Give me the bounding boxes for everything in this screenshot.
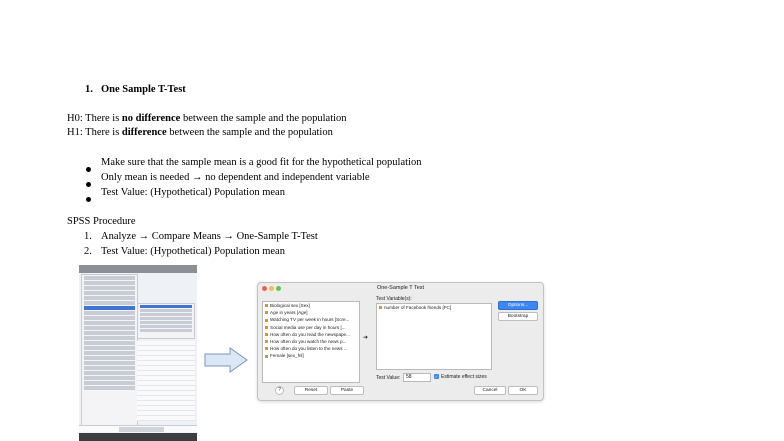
h0-bold: no difference [121, 113, 181, 124]
step-1-number: 1. [84, 231, 92, 242]
ruler-icon [265, 318, 268, 322]
variable-item[interactable]: Female [sex_fnl] [263, 352, 359, 359]
effect-sizes-label: Estimate effect sizes [441, 374, 487, 380]
heading-title: One Sample T-Test [101, 84, 186, 95]
test-variables-label: Test Variable(s): [376, 296, 412, 302]
heading-number: 1. [85, 84, 93, 95]
right-arrow-icon [204, 347, 248, 373]
variable-item[interactable]: Biological sex [Sex] [263, 302, 359, 309]
effect-sizes-checkbox[interactable]: ✓ [434, 374, 439, 379]
variable-item[interactable]: How often do you watch the news p... [263, 338, 359, 345]
bullet-2: Only mean is needed → no dependent and i… [101, 172, 370, 183]
test-variables-list[interactable]: number of Facebook friends [FC] [376, 303, 492, 370]
ruler-icon [265, 333, 268, 337]
variable-item[interactable]: Watching TV per week in hours [Scre... [263, 316, 359, 323]
variable-item[interactable]: How often do you listen to the news ... [263, 345, 359, 352]
move-variable-arrow-icon[interactable]: ➜ [363, 334, 368, 341]
variable-item[interactable]: Social media use per day in hours [... [263, 324, 359, 331]
options-button[interactable]: Options... [498, 301, 538, 310]
step-2-number: 2. [84, 246, 92, 257]
variable-item[interactable]: How often do you read the newspape... [263, 331, 359, 338]
one-sample-t-test-dialog: One-Sample T Test Biological sex [Sex] A… [257, 282, 544, 401]
ruler-icon [379, 306, 382, 310]
reset-button[interactable]: Reset [294, 386, 328, 395]
step-1-text: Analyze → Compare Means → One-Sample T-T… [101, 231, 318, 242]
cancel-button[interactable]: Cancel [474, 386, 506, 395]
ok-button[interactable]: OK [508, 386, 538, 395]
h0-line: H0: There is no difference between the s… [67, 112, 347, 125]
h1-suffix: between the sample and the population [166, 127, 333, 138]
dialog-title: One-Sample T Test [376, 285, 425, 291]
h0-prefix: H0: There is [67, 113, 122, 124]
bullet-3: Test Value: (Hypothetical) Population me… [101, 187, 285, 198]
procedure-title: SPSS Procedure [67, 216, 136, 227]
ruler-icon [265, 311, 268, 315]
bootstrap-button[interactable]: Bootstrap [498, 312, 538, 321]
h0-suffix: between the sample and the population [180, 113, 347, 124]
help-button[interactable]: ? [275, 386, 284, 395]
ruler-icon [265, 304, 268, 308]
h1-line: H1: There is difference between the samp… [67, 126, 333, 139]
h1-prefix: H1: There is [67, 127, 122, 138]
spss-menu-screenshot [79, 265, 197, 441]
bullet-1: Make sure that the sample mean is a good… [101, 157, 422, 168]
ruler-icon [265, 325, 268, 329]
step-2-text: Test Value: (Hypothetical) Population me… [101, 246, 285, 257]
ruler-icon [265, 347, 268, 351]
bullet-dot-3 [86, 189, 91, 207]
variable-item[interactable]: Age in years [Age] [263, 309, 359, 316]
test-value-label: Test Value: [376, 375, 401, 381]
variable-list[interactable]: Biological sex [Sex] Age in years [Age] … [262, 301, 360, 383]
ruler-icon [265, 354, 268, 358]
test-variable-item[interactable]: number of Facebook friends [FC] [377, 304, 491, 311]
test-value-input[interactable]: 58 [403, 373, 431, 382]
h1-bold: difference [121, 127, 167, 138]
paste-button[interactable]: Paste [330, 386, 364, 395]
ruler-icon [265, 340, 268, 344]
